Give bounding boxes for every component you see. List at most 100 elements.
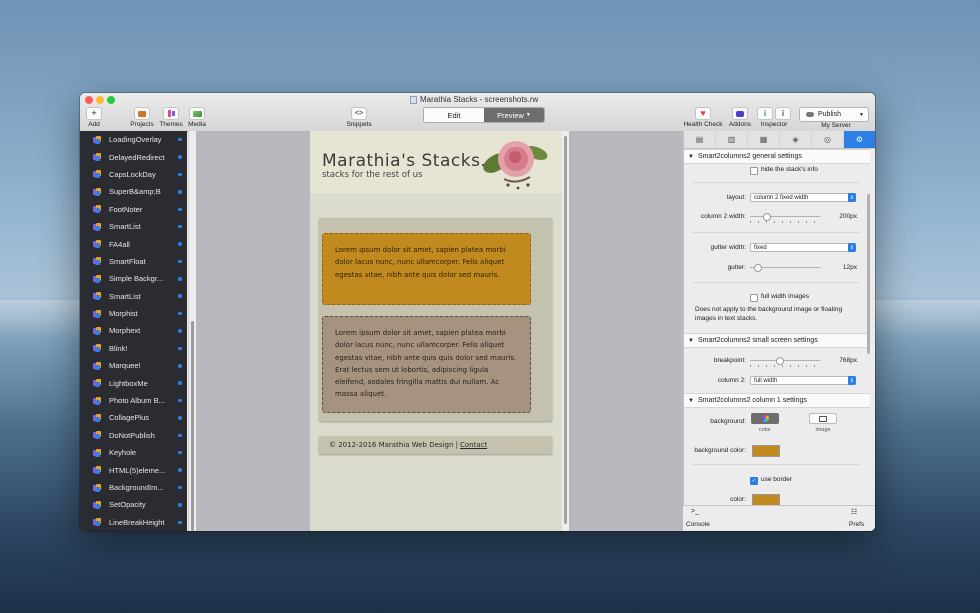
zoom-button[interactable] xyxy=(107,96,115,104)
status-dot xyxy=(178,155,182,159)
stack-page-icon xyxy=(93,240,102,249)
background-color-option[interactable] xyxy=(751,413,779,424)
sidebar-item[interactable]: Morphist xyxy=(80,305,187,322)
status-dot xyxy=(178,416,182,420)
health-check-button[interactable]: ♥ Health Check xyxy=(681,107,725,128)
divider xyxy=(692,232,860,233)
status-dot xyxy=(178,294,182,298)
sidebar-item-label: Marquee! xyxy=(109,361,141,371)
scroll-thumb[interactable] xyxy=(191,321,194,531)
chevron-updown-icon: ⇕ xyxy=(848,193,856,202)
sidebar-item[interactable]: FA4all xyxy=(80,235,187,252)
projects-button[interactable]: Projects xyxy=(129,107,155,128)
heart-icon: ♥ xyxy=(695,107,711,120)
rose-icon xyxy=(483,141,548,190)
slider-knob[interactable] xyxy=(775,357,784,365)
inspector-scrollbar[interactable] xyxy=(867,194,870,354)
minimize-button[interactable] xyxy=(96,96,104,104)
section-header[interactable]: ▼ Smart2columns2 general settings xyxy=(684,149,870,164)
sidebar-item[interactable]: Simple Backgr... xyxy=(80,270,187,287)
titlebar: Marathia Stacks - screenshots.rw + Add P… xyxy=(80,93,875,132)
background-image-option[interactable] xyxy=(809,413,837,424)
status-dot xyxy=(178,242,182,246)
sidebar-item[interactable]: LightboxMe xyxy=(80,374,187,391)
contact-link[interactable]: Contact xyxy=(460,441,487,449)
publish-button[interactable]: Publish ▼ xyxy=(799,107,869,122)
addons-button[interactable]: Addons xyxy=(727,107,753,128)
sidebar-item[interactable]: SuperB&amp;B xyxy=(80,183,187,200)
slider-knob[interactable] xyxy=(762,213,771,221)
sidebar-item[interactable]: Blink! xyxy=(80,340,187,357)
stack-page-icon xyxy=(93,135,102,144)
sidebar-item-label: CapsLockDay xyxy=(109,169,156,179)
inspector-button[interactable]: i i Inspector xyxy=(757,107,791,128)
sliders-icon: ☷ xyxy=(851,509,858,516)
breakpoint-slider[interactable] xyxy=(750,357,820,367)
background-label: background: xyxy=(710,418,746,425)
use-border-label: use border xyxy=(761,476,793,483)
sidebar-item[interactable]: Marquee! xyxy=(80,357,187,374)
prefs-button[interactable]: Prefs xyxy=(849,521,864,528)
status-dot xyxy=(178,311,182,316)
hide-info-label: hide the stack's info xyxy=(761,166,818,173)
tab-tag-icon[interactable]: ◈ xyxy=(780,131,812,148)
sidebar-item[interactable]: DelayedRedirect xyxy=(80,148,187,165)
sidebar-item[interactable]: LineBreakHeight xyxy=(80,514,187,531)
full-width-images-checkbox[interactable] xyxy=(750,294,758,302)
themes-button[interactable]: Themes xyxy=(158,107,184,128)
snippets-button[interactable]: <> Snippets xyxy=(344,107,374,128)
media-button[interactable]: Media xyxy=(186,107,208,128)
tab-layout-icon[interactable]: ▥ xyxy=(716,131,748,148)
column2-select[interactable]: full width ⇕ xyxy=(750,376,856,385)
console-button[interactable]: Console xyxy=(686,521,710,528)
sidebar-item[interactable]: Morphext xyxy=(80,322,187,339)
gutter-slider[interactable] xyxy=(750,264,820,272)
sidebar-item[interactable]: CapsLockDay xyxy=(80,166,187,183)
status-dot xyxy=(178,364,182,368)
slider-knob[interactable] xyxy=(753,264,762,272)
gutter-label: gutter: xyxy=(727,264,746,271)
preview-tab[interactable]: Preview ▼ xyxy=(484,108,544,122)
hide-info-checkbox[interactable] xyxy=(750,167,758,175)
tab-stack-settings-icon[interactable]: ⚙ xyxy=(844,131,875,148)
section-header[interactable]: ▼ Smart2columns2 small screen settings xyxy=(684,333,870,348)
col2-width-slider[interactable] xyxy=(750,213,820,223)
sidebar-item[interactable]: HTML(5)eleme... xyxy=(80,461,187,478)
sidebar-item[interactable]: BackgroundIm... xyxy=(80,479,187,496)
sidebar-item-label: LineBreakHeight xyxy=(109,517,165,527)
scroll-thumb[interactable] xyxy=(564,136,567,524)
add-button[interactable]: + Add xyxy=(85,107,103,128)
sidebar-item[interactable]: SmartList xyxy=(80,288,187,305)
status-dot xyxy=(178,172,182,177)
tab-header-icon[interactable]: ▦ xyxy=(748,131,780,148)
stack-page-icon xyxy=(93,396,102,405)
close-button[interactable] xyxy=(85,96,93,104)
status-dot xyxy=(178,450,182,455)
bg-color-swatch[interactable] xyxy=(752,445,780,457)
sidebar-item[interactable]: SetOpacity xyxy=(80,496,187,513)
layout-select[interactable]: column 2 fixed width ⇕ xyxy=(750,193,856,202)
sidebar-item[interactable]: SmartFloat xyxy=(80,253,187,270)
sidebar-item[interactable]: Photo Album B... xyxy=(80,392,187,409)
sidebar-item-label: FootNoter xyxy=(109,204,143,214)
gutter-width-select[interactable]: fixed ⇕ xyxy=(750,243,856,252)
sidebar-item[interactable]: FootNoter xyxy=(80,201,187,218)
sidebar-item[interactable]: DoNotPublish xyxy=(80,427,187,444)
chevron-updown-icon: ⇕ xyxy=(848,376,856,385)
tab-page-icon[interactable]: ▤ xyxy=(684,131,716,148)
preview-scrollbar[interactable] xyxy=(562,131,569,531)
use-border-checkbox[interactable]: ✓ xyxy=(750,477,758,485)
sidebar-item[interactable]: Keyhole xyxy=(80,444,187,461)
column2-label: column 2: xyxy=(717,377,746,384)
gutter-value: 12px xyxy=(842,264,857,271)
sidebar-item[interactable]: CollagePlus xyxy=(80,409,187,426)
section-header[interactable]: ▼ Smart2columns2 column 1 settings xyxy=(684,393,870,408)
tab-target-icon[interactable]: ◎ xyxy=(812,131,844,148)
sidebar-item-label: Keyhole xyxy=(109,448,137,458)
sidebar-item-label: CollagePlus xyxy=(109,413,150,423)
edit-tab[interactable]: Edit xyxy=(424,108,484,122)
projects-icon xyxy=(134,107,150,120)
note-text: Does not apply to the background image o… xyxy=(695,306,843,322)
sidebar-item[interactable]: LoadingOverlay xyxy=(80,131,187,148)
sidebar-item[interactable]: SmartList xyxy=(80,218,187,235)
